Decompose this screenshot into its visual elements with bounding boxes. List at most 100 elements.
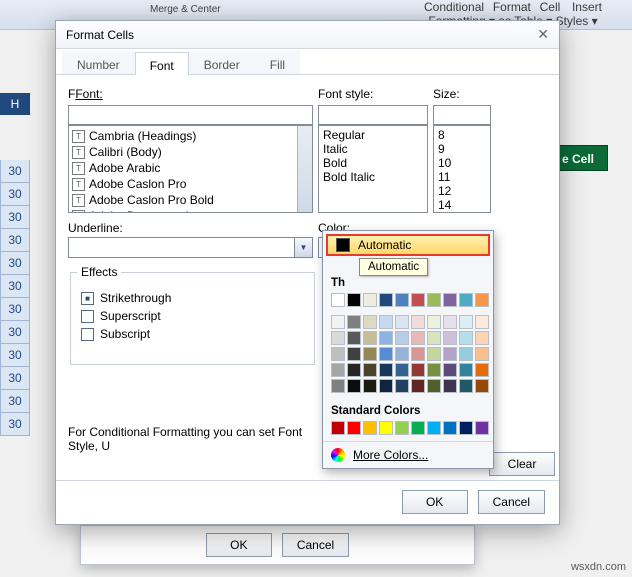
- color-swatch[interactable]: [443, 421, 457, 435]
- tab-font[interactable]: Font: [135, 52, 189, 75]
- color-swatch[interactable]: [411, 347, 425, 361]
- font-list-item[interactable]: TCalibri (Body): [72, 144, 309, 160]
- color-picker-flyout[interactable]: Automatic Th Automatic Standard Colors M…: [322, 230, 494, 469]
- color-swatch[interactable]: [459, 421, 473, 435]
- color-swatch[interactable]: [379, 379, 393, 393]
- standard-color-row[interactable]: [323, 419, 493, 441]
- color-swatch[interactable]: [427, 379, 441, 393]
- color-swatch[interactable]: [379, 315, 393, 329]
- row-header[interactable]: 30: [0, 390, 30, 413]
- color-swatch[interactable]: [347, 379, 361, 393]
- color-swatch[interactable]: [331, 379, 345, 393]
- color-swatch[interactable]: [427, 331, 441, 345]
- color-swatch[interactable]: [443, 331, 457, 345]
- font-style-item[interactable]: Bold: [323, 156, 423, 170]
- font-list-item[interactable]: TAdobe Arabic: [72, 160, 309, 176]
- color-swatch[interactable]: [379, 347, 393, 361]
- color-swatch[interactable]: [331, 421, 345, 435]
- color-swatch[interactable]: [379, 293, 393, 307]
- color-swatch[interactable]: [427, 315, 441, 329]
- color-swatch[interactable]: [475, 331, 489, 345]
- theme-color-shades[interactable]: [323, 313, 493, 399]
- color-swatch[interactable]: [411, 293, 425, 307]
- font-style-input[interactable]: [318, 105, 428, 125]
- size-item[interactable]: 12: [438, 184, 486, 198]
- color-swatch[interactable]: [363, 421, 377, 435]
- color-swatch[interactable]: [395, 421, 409, 435]
- font-style-item[interactable]: Regular: [323, 128, 423, 142]
- more-colors-option[interactable]: More Colors...: [323, 441, 493, 468]
- merge-center-button[interactable]: Merge & Center: [150, 4, 221, 15]
- color-swatch[interactable]: [411, 363, 425, 377]
- color-swatch[interactable]: [379, 421, 393, 435]
- color-swatch[interactable]: [443, 293, 457, 307]
- color-swatch[interactable]: [427, 293, 441, 307]
- underlying-ok-button[interactable]: OK: [206, 533, 272, 557]
- color-swatch[interactable]: [395, 293, 409, 307]
- cancel-button[interactable]: Cancel: [478, 490, 545, 514]
- size-item[interactable]: 14: [438, 198, 486, 212]
- color-swatch[interactable]: [459, 379, 473, 393]
- automatic-color-option[interactable]: Automatic: [326, 234, 490, 256]
- color-swatch[interactable]: [443, 347, 457, 361]
- color-swatch[interactable]: [411, 421, 425, 435]
- color-swatch[interactable]: [331, 315, 345, 329]
- row-header[interactable]: 30: [0, 367, 30, 390]
- tab-number[interactable]: Number: [62, 51, 135, 74]
- size-item[interactable]: 9: [438, 142, 486, 156]
- color-swatch[interactable]: [395, 379, 409, 393]
- color-swatch[interactable]: [363, 293, 377, 307]
- color-swatch[interactable]: [395, 363, 409, 377]
- color-swatch[interactable]: [331, 293, 345, 307]
- clear-button[interactable]: Clear: [489, 452, 555, 476]
- color-swatch[interactable]: [347, 363, 361, 377]
- font-style-listbox[interactable]: RegularItalicBoldBold Italic: [318, 125, 428, 213]
- row-header[interactable]: 30: [0, 275, 30, 298]
- size-item[interactable]: 10: [438, 156, 486, 170]
- color-swatch[interactable]: [363, 363, 377, 377]
- color-swatch[interactable]: [459, 331, 473, 345]
- chevron-down-icon[interactable]: ▼: [294, 238, 312, 257]
- color-swatch[interactable]: [347, 421, 361, 435]
- color-swatch[interactable]: [459, 293, 473, 307]
- color-swatch[interactable]: [443, 363, 457, 377]
- color-swatch[interactable]: [395, 347, 409, 361]
- font-list-item[interactable]: TAdobe Caslon Pro: [72, 176, 309, 192]
- row-header[interactable]: 30: [0, 229, 30, 252]
- color-swatch[interactable]: [443, 315, 457, 329]
- theme-color-row[interactable]: [323, 291, 493, 313]
- strikethrough-checkbox[interactable]: Strikethrough: [81, 291, 304, 305]
- color-swatch[interactable]: [347, 315, 361, 329]
- row-header[interactable]: 30: [0, 298, 30, 321]
- subscript-checkbox[interactable]: Subscript: [81, 327, 304, 341]
- row-header[interactable]: 30: [0, 344, 30, 367]
- color-swatch[interactable]: [411, 331, 425, 345]
- ok-button[interactable]: OK: [402, 490, 468, 514]
- color-swatch[interactable]: [427, 421, 441, 435]
- color-swatch[interactable]: [379, 331, 393, 345]
- color-swatch[interactable]: [363, 331, 377, 345]
- color-swatch[interactable]: [331, 331, 345, 345]
- font-style-item[interactable]: Italic: [323, 142, 423, 156]
- close-icon[interactable]: ✕: [537, 26, 549, 43]
- row-header[interactable]: 30: [0, 252, 30, 275]
- color-swatch[interactable]: [475, 347, 489, 361]
- color-swatch[interactable]: [459, 347, 473, 361]
- color-swatch[interactable]: [395, 331, 409, 345]
- color-swatch[interactable]: [331, 363, 345, 377]
- color-swatch[interactable]: [443, 379, 457, 393]
- row-header[interactable]: 30: [0, 160, 30, 183]
- color-swatch[interactable]: [363, 379, 377, 393]
- color-swatch[interactable]: [347, 347, 361, 361]
- row-header[interactable]: 30: [0, 206, 30, 229]
- row-header[interactable]: 30: [0, 321, 30, 344]
- color-swatch[interactable]: [411, 315, 425, 329]
- size-input[interactable]: [433, 105, 491, 125]
- size-item[interactable]: 11: [438, 170, 486, 184]
- color-swatch[interactable]: [347, 293, 361, 307]
- color-swatch[interactable]: [395, 315, 409, 329]
- tab-fill[interactable]: Fill: [255, 51, 300, 74]
- row-header[interactable]: 30: [0, 183, 30, 206]
- color-swatch[interactable]: [427, 363, 441, 377]
- color-swatch[interactable]: [459, 315, 473, 329]
